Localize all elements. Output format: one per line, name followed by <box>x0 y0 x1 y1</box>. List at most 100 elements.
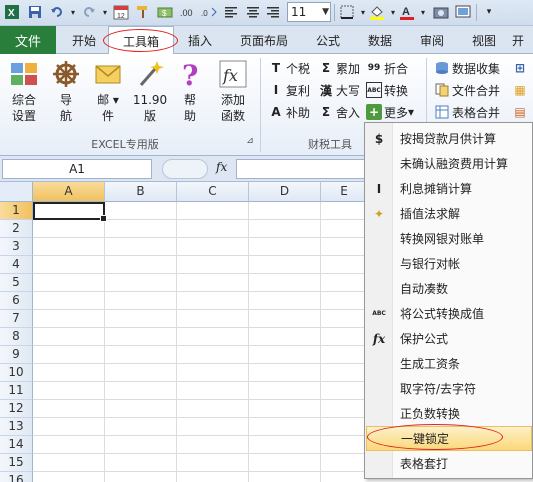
tab-file[interactable]: 文件 <box>0 26 56 54</box>
menu-item-convert-bank-statement[interactable]: 转换网银对账单 <box>366 226 532 251</box>
menu-item-auto-sum-target[interactable]: 自动凑数 <box>366 276 532 301</box>
percent-icon[interactable]: .00 <box>178 3 196 21</box>
row-header[interactable]: 4 <box>0 256 33 274</box>
overflow-tool-icon-3[interactable]: ▤ <box>512 102 530 122</box>
tab-formulas[interactable]: 公式 <box>304 26 352 54</box>
calendar-icon[interactable]: 12 <box>112 3 130 21</box>
column-header-b[interactable]: B <box>105 182 177 202</box>
version-button[interactable]: 11.90 版 <box>130 58 170 136</box>
file-merge-icon <box>434 82 450 98</box>
overflow-tool-icon-1[interactable]: ⊞ <box>512 58 530 78</box>
uppercase-button[interactable]: 漢大写 <box>318 80 360 100</box>
accumulate-button[interactable]: Σ 累加 <box>318 58 360 78</box>
tab-developer[interactable]: 开 <box>512 26 533 54</box>
column-header-a[interactable]: A <box>33 182 105 202</box>
dollar-icon: $ <box>374 131 384 146</box>
help-button[interactable]: ? 帮助 <box>172 58 208 136</box>
add-function-button[interactable]: fx 添加 函数 <box>212 58 254 136</box>
row-header[interactable]: 6 <box>0 292 33 310</box>
row-header[interactable]: 2 <box>0 220 33 238</box>
tab-review[interactable]: 审阅 <box>408 26 456 54</box>
select-all-corner[interactable] <box>0 182 33 202</box>
svg-text:?: ? <box>182 59 198 89</box>
column-header-c[interactable]: C <box>177 182 249 202</box>
settings-button[interactable]: 综合 设置 <box>2 58 46 136</box>
convert-button[interactable]: ABC 转换 <box>366 80 408 100</box>
row-header[interactable]: 9 <box>0 346 33 364</box>
table-merge-button[interactable]: 表格合并 <box>434 102 500 122</box>
align-center-icon[interactable] <box>244 3 262 21</box>
menu-item-extract-chars[interactable]: 取字符/去字符 <box>366 376 532 401</box>
align-right-icon[interactable] <box>264 3 282 21</box>
compound-interest-button[interactable]: I 复利 <box>268 80 310 100</box>
tab-insert[interactable]: 插入 <box>176 26 224 54</box>
tab-data[interactable]: 数据 <box>356 26 404 54</box>
format-painter-icon[interactable] <box>134 3 152 21</box>
column-header-d[interactable]: D <box>249 182 321 202</box>
round-label: 舍入 <box>336 105 361 120</box>
menu-item-mortgage-calc[interactable]: $ 按揭贷款月供计算 <box>366 126 532 151</box>
data-collect-button[interactable]: 数据收集 <box>434 58 500 78</box>
font-color-dropdown-icon[interactable]: ▾ <box>414 3 432 21</box>
navigation-button[interactable]: 导航 <box>46 58 86 136</box>
menu-item-payslip[interactable]: 生成工资条 <box>366 351 532 376</box>
font-size-select[interactable]: 11 ▼ <box>287 2 331 22</box>
name-box[interactable]: A1 <box>2 159 152 179</box>
align-left-icon[interactable] <box>222 3 240 21</box>
insert-function-icon[interactable]: fx <box>216 160 227 174</box>
excel-app-icon[interactable]: X <box>3 3 21 21</box>
menu-item-label: 按揭贷款月供计算 <box>400 132 497 146</box>
mail-button[interactable]: 邮 ▾ 件 <box>86 58 130 136</box>
row-header[interactable]: 5 <box>0 274 33 292</box>
grid-line <box>33 435 368 436</box>
round-button[interactable]: Σ 舍入 <box>318 102 360 122</box>
column-header-e[interactable]: E <box>321 182 368 202</box>
menu-item-table-print[interactable]: 表格套打 <box>366 451 532 476</box>
formula-input[interactable] <box>236 159 371 179</box>
tab-home[interactable]: 开始 <box>60 26 108 54</box>
screen-capture-icon[interactable] <box>454 3 472 21</box>
grid-line <box>33 309 368 310</box>
version-label-2: 版 <box>143 109 156 123</box>
menu-item-sign-convert[interactable]: 正负数转换 <box>366 401 532 426</box>
row-header[interactable]: 11 <box>0 382 33 400</box>
menu-item-financing-cost[interactable]: 未确认融资费用计算 <box>366 151 532 176</box>
group-launcher-icon[interactable]: ⊿ <box>244 136 256 146</box>
active-cell-a1[interactable] <box>33 202 107 222</box>
tab-page-layout[interactable]: 页面布局 <box>228 26 300 54</box>
row-header[interactable]: 16 <box>0 472 33 482</box>
menu-item-protect-formula[interactable]: fx 保护公式 <box>366 326 532 351</box>
row-header[interactable]: 12 <box>0 400 33 418</box>
save-icon[interactable] <box>26 3 44 21</box>
camera-icon[interactable] <box>432 3 450 21</box>
subsidy-button[interactable]: A 补助 <box>268 102 310 122</box>
menu-item-bank-reconcile[interactable]: 与银行对帐 <box>366 251 532 276</box>
more-button[interactable]: + 更多 ▾ <box>366 102 414 122</box>
overflow-tool-icon-2[interactable]: ▦ <box>512 80 530 100</box>
menu-item-interpolation[interactable]: ✦ 插值法求解 <box>366 201 532 226</box>
row-header[interactable]: 14 <box>0 436 33 454</box>
row-header[interactable]: 10 <box>0 364 33 382</box>
discount-button[interactable]: 99 折合 <box>366 58 408 78</box>
tax-calc-button[interactable]: T 个税 <box>268 58 310 78</box>
row-header[interactable]: 7 <box>0 310 33 328</box>
question-mark-icon: ? <box>174 58 206 90</box>
decrease-decimal-icon[interactable]: .0 <box>200 3 218 21</box>
row-header[interactable]: 8 <box>0 328 33 346</box>
menu-item-formula-to-value[interactable]: ABC 将公式转换成值 <box>366 301 532 326</box>
file-merge-button[interactable]: 文件合并 <box>434 80 500 100</box>
row-header[interactable]: 15 <box>0 454 33 472</box>
tab-toolbox[interactable]: 工具箱 <box>108 26 174 55</box>
grid-line <box>33 291 368 292</box>
help-label-1: 帮 <box>183 93 196 107</box>
formula-bar-divider[interactable] <box>162 159 208 179</box>
tab-view[interactable]: 视图 <box>460 26 508 54</box>
row-header[interactable]: 3 <box>0 238 33 256</box>
row-header[interactable]: 13 <box>0 418 33 436</box>
currency-icon[interactable]: $ <box>156 3 174 21</box>
menu-item-one-click-lock[interactable]: 一键锁定 <box>366 426 532 451</box>
customize-qat-icon[interactable]: ▾ <box>480 3 498 21</box>
sigma-icon: Σ <box>321 105 331 119</box>
menu-item-interest-amortization[interactable]: I 利息摊销计算 <box>366 176 532 201</box>
row-header[interactable]: 1 <box>0 202 33 220</box>
